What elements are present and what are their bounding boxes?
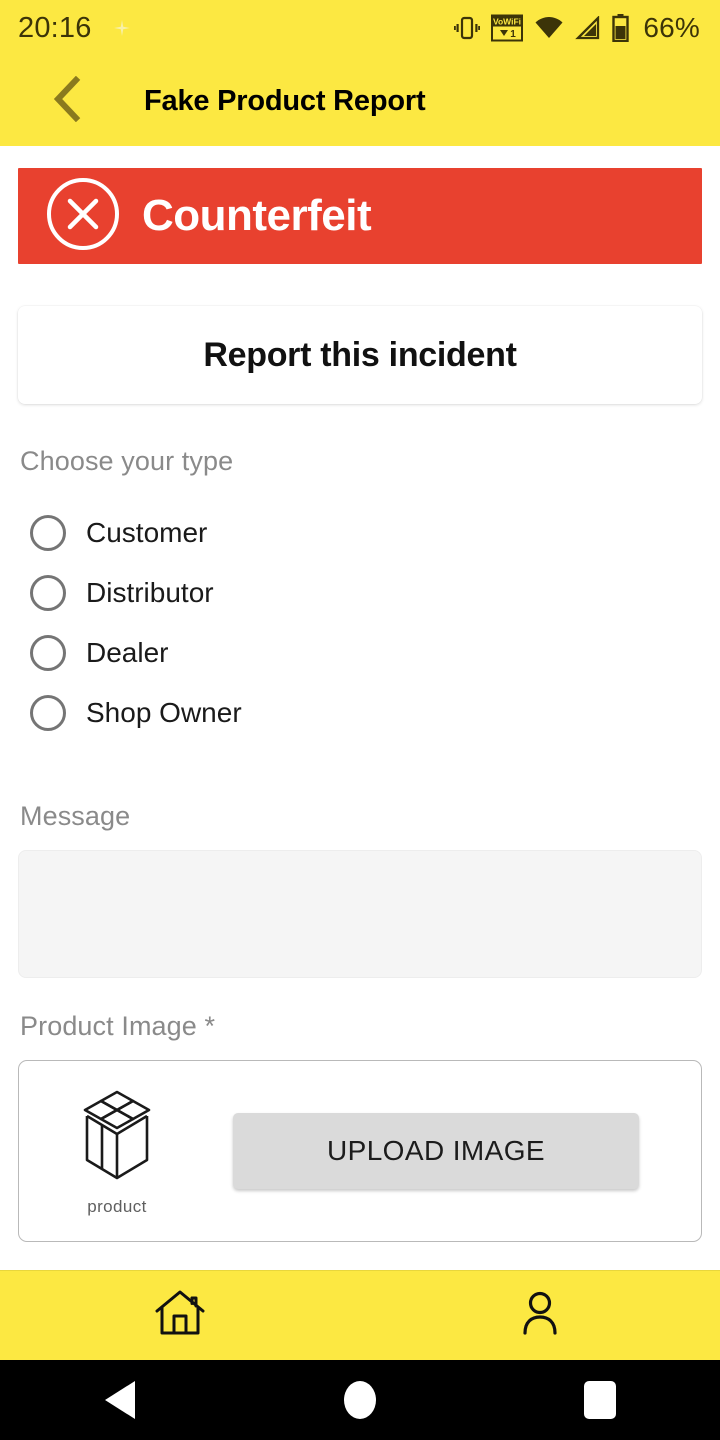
battery-percent: 66% [643,12,700,43]
radio-label: Dealer [86,637,169,668]
type-radio-group: Customer Distributor Dealer Shop Owner [18,503,702,743]
bottom-navigation-bar [0,1270,720,1360]
radio-label: Customer [86,517,208,548]
app-bar: Fake Product Report [0,56,720,146]
battery-icon [612,14,630,42]
radio-circle-icon [30,635,66,671]
product-thumbnail-caption: product [87,1196,147,1216]
product-box-icon [71,1086,163,1189]
radio-option-customer[interactable]: Customer [18,503,702,563]
cellular-signal-icon [575,16,601,40]
nav-item-home[interactable] [0,1271,360,1360]
form-content: Counterfeit Report this incident Choose … [0,146,720,1270]
wifi-icon [534,16,564,40]
circle-x-icon [44,175,122,258]
svg-text:1: 1 [511,29,517,40]
triangle-back-icon [105,1381,135,1419]
banner-label: Counterfeit [142,191,372,240]
page-title: Fake Product Report [144,84,426,117]
vowifi-icon: VoWiFi 1 [491,14,524,42]
message-label: Message [20,801,131,831]
system-recents-button[interactable] [480,1381,720,1419]
circle-home-icon [344,1381,376,1419]
nav-item-profile[interactable] [360,1271,720,1360]
radio-option-shop-owner[interactable]: Shop Owner [18,683,702,743]
status-time: 20:16 [18,11,92,44]
product-image-upload-area: product UPLOAD IMAGE [18,1060,702,1242]
person-icon [517,1287,563,1344]
radio-circle-icon [30,575,66,611]
square-recents-icon [584,1381,616,1419]
report-incident-card[interactable]: Report this incident [18,306,702,404]
status-bar: 20:16 VoWiFi 1 66% [0,0,720,56]
app-root: 20:16 VoWiFi 1 66% Fake Product Report C… [0,0,720,1440]
system-home-button[interactable] [240,1381,480,1419]
radio-circle-icon [30,515,66,551]
report-incident-title: Report this incident [203,335,517,374]
product-image-label: Product Image * [20,1011,216,1041]
radio-option-dealer[interactable]: Dealer [18,623,702,683]
status-icons: VoWiFi 1 66% [454,12,700,44]
svg-text:VoWiFi: VoWiFi [493,17,521,27]
radio-label: Distributor [86,577,214,608]
choose-type-label: Choose your type [20,446,234,476]
android-system-nav [0,1360,720,1440]
radio-circle-icon [30,695,66,731]
radio-option-distributor[interactable]: Distributor [18,563,702,623]
sparkle-icon [113,20,130,36]
home-icon [152,1287,208,1344]
upload-image-button[interactable]: UPLOAD IMAGE [233,1113,639,1189]
back-button[interactable] [40,74,94,128]
message-input[interactable] [18,850,702,978]
product-thumbnail: product [61,1086,173,1217]
radio-label: Shop Owner [86,697,242,728]
chevron-left-icon [50,75,84,127]
vibrate-icon [454,14,481,42]
counterfeit-banner: Counterfeit [18,168,702,264]
system-back-button[interactable] [0,1381,240,1419]
